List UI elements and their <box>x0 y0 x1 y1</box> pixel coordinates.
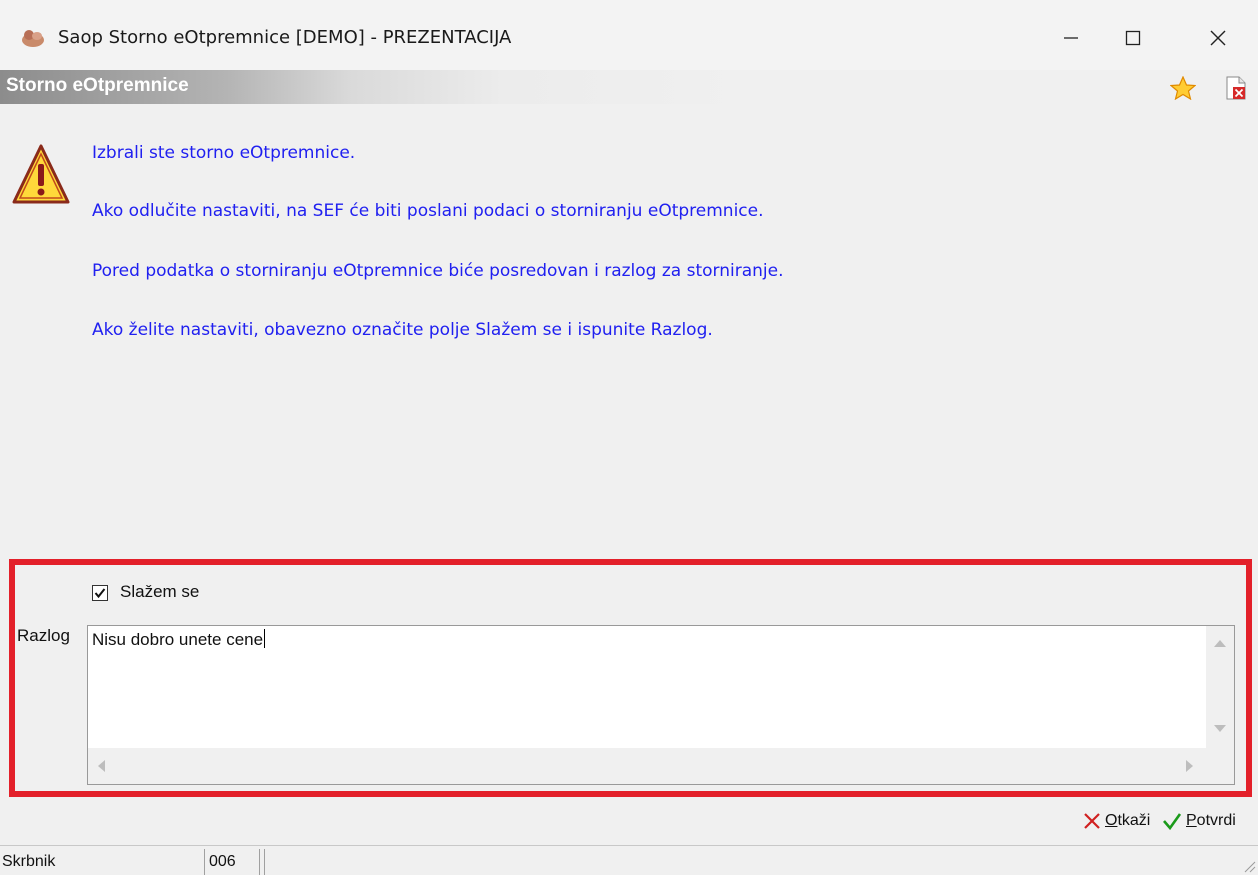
message-line: Izbrali ste storno eOtpremnice. <box>92 143 356 163</box>
minimize-button[interactable] <box>1048 20 1094 56</box>
cancel-x-icon <box>1084 813 1100 829</box>
checkmark-icon <box>1163 813 1182 830</box>
message-line: Pored podatka o storniranju eOtpremnice … <box>92 261 784 281</box>
close-icon <box>1210 30 1226 46</box>
minimize-icon <box>1064 37 1078 39</box>
confirm-accel: P <box>1186 812 1197 829</box>
scroll-right-icon[interactable] <box>1186 760 1193 772</box>
reason-label: Razlog <box>17 626 70 645</box>
confirm-label: otvrdi <box>1196 812 1236 829</box>
status-field-user: Skrbnik <box>2 853 56 870</box>
app-icon <box>22 30 44 47</box>
scroll-down-icon[interactable] <box>1214 725 1226 732</box>
vertical-scrollbar[interactable] <box>1206 626 1234 748</box>
reason-textarea[interactable]: Nisu dobro unete cene <box>87 625 1235 785</box>
scroll-left-icon[interactable] <box>98 760 105 772</box>
storno-form-group: Slažem se Razlog Nisu dobro unete cene <box>9 559 1252 797</box>
maximize-icon <box>1125 30 1141 46</box>
warning-icon <box>12 144 70 204</box>
pdf-delete-icon[interactable] <box>1225 76 1247 100</box>
form-header: Storno eOtpremnice <box>0 70 1258 104</box>
agree-label[interactable]: Slažem se <box>120 582 199 602</box>
cancel-button[interactable]: Otkaži <box>1083 808 1150 834</box>
status-field-code: 006 <box>204 849 260 875</box>
message-line: Ako odlučite nastaviti, na SEF će biti p… <box>92 201 764 221</box>
reason-value: Nisu dobro unete cene <box>92 630 264 649</box>
status-bar: Skrbnik 006 <box>0 845 1258 875</box>
close-button[interactable] <box>1195 20 1241 56</box>
window-title: Saop Storno eOtpremnice [DEMO] - PREZENT… <box>58 27 512 48</box>
cancel-accel: O <box>1105 812 1118 829</box>
scroll-up-icon[interactable] <box>1214 640 1226 647</box>
status-field-info <box>264 849 1254 875</box>
message-line: Ako želite nastaviti, obavezno označite … <box>92 320 713 340</box>
horizontal-scrollbar[interactable] <box>88 748 1207 784</box>
agree-checkbox[interactable] <box>92 585 108 601</box>
cancel-label: tkaži <box>1117 812 1151 829</box>
maximize-button[interactable] <box>1110 20 1156 56</box>
resize-grip-icon[interactable] <box>1240 857 1256 873</box>
text-caret <box>264 629 266 648</box>
confirm-button[interactable]: Potvrdi <box>1162 808 1236 834</box>
star-icon[interactable] <box>1170 76 1196 100</box>
scrollbar-corner <box>1206 748 1234 784</box>
window-titlebar: Saop Storno eOtpremnice [DEMO] - PREZENT… <box>0 0 1258 70</box>
checkmark-icon <box>94 588 106 599</box>
form-title: Storno eOtpremnice <box>6 75 189 96</box>
